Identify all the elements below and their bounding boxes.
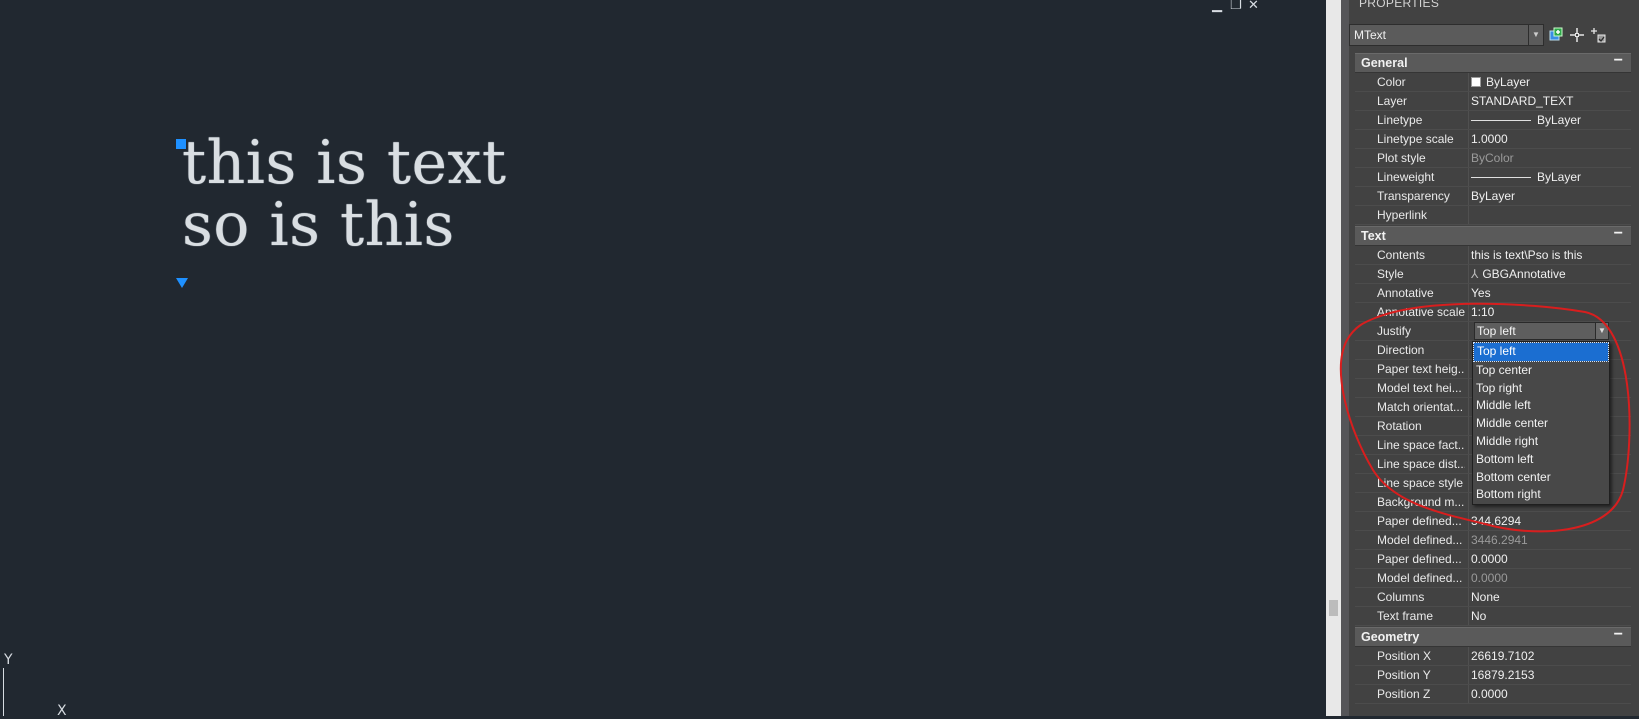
annotative-style-icon: ⅄ xyxy=(1471,267,1479,281)
collapse-icon[interactable]: − xyxy=(1614,626,1623,644)
prop-label: Paper defined... xyxy=(1377,552,1462,566)
ucs-x-label: X xyxy=(57,703,67,719)
prop-label: Position Y xyxy=(1377,668,1431,682)
prop-value: None xyxy=(1471,590,1500,604)
prop-row-layer[interactable]: Layer STANDARD_TEXT xyxy=(1355,92,1631,111)
prop-value: ByColor xyxy=(1471,151,1514,165)
prop-row-paper-defined-height[interactable]: Paper defined... 0.0000 xyxy=(1355,550,1631,569)
prop-row-linetype[interactable]: Linetype ByLayer xyxy=(1355,111,1631,130)
section-title: Geometry xyxy=(1361,630,1420,644)
prop-label: Plot style xyxy=(1377,151,1426,165)
prop-value: STANDARD_TEXT xyxy=(1471,94,1574,108)
section-general[interactable]: General − xyxy=(1355,52,1631,73)
collapse-icon[interactable]: − xyxy=(1614,225,1623,243)
object-type-select[interactable]: MText ▼ xyxy=(1349,24,1544,46)
close-icon[interactable]: ✕ xyxy=(1248,0,1259,12)
toggle-pickadd-icon[interactable] xyxy=(1548,27,1564,43)
mtext-line-1: this is text xyxy=(182,128,507,198)
color-swatch-icon xyxy=(1471,77,1481,87)
prop-row-linetype-scale[interactable]: Linetype scale 1.0000 xyxy=(1355,130,1631,149)
prop-value: ⅄ GBGAnnotative xyxy=(1471,267,1566,281)
prop-label: Contents xyxy=(1377,248,1426,262)
prop-label: Model defined... xyxy=(1377,571,1463,585)
prop-value: 16879.2153 xyxy=(1471,668,1535,682)
prop-value: 0.0000 xyxy=(1471,687,1508,701)
section-geometry[interactable]: Geometry − xyxy=(1355,626,1631,647)
prop-label: Linetype xyxy=(1377,113,1423,127)
prop-label: Lineweight xyxy=(1377,170,1435,184)
prop-label: Linetype scale xyxy=(1377,132,1454,146)
lineweight-preview-icon xyxy=(1471,177,1531,179)
prop-value: this is text\Pso is this xyxy=(1471,248,1583,262)
prop-row-hyperlink[interactable]: Hyperlink xyxy=(1355,206,1631,225)
prop-value: ByLayer xyxy=(1471,113,1581,127)
prop-value: 0.0000 xyxy=(1471,552,1508,566)
prop-row-lineweight[interactable]: Lineweight ByLayer xyxy=(1355,168,1631,187)
object-type-value: MText xyxy=(1354,28,1387,42)
palette-title: PROPERTIES xyxy=(1359,0,1440,10)
prop-label: Layer xyxy=(1377,94,1408,108)
prop-row-columns[interactable]: Columns None xyxy=(1355,588,1631,607)
prop-row-model-defined-height[interactable]: Model defined... 0.0000 xyxy=(1355,569,1631,588)
prop-row-text-frame[interactable]: Text frame No xyxy=(1355,607,1631,626)
quick-select-icon[interactable] xyxy=(1590,27,1606,43)
mtext-line-2: so is this xyxy=(182,190,455,260)
drawing-canvas[interactable]: ▁ ❐ ✕ this is text so is this Y X xyxy=(0,0,1326,719)
mtext-object[interactable]: this is text so is this xyxy=(182,132,506,256)
prop-value: ByLayer xyxy=(1471,170,1581,184)
select-objects-icon[interactable] xyxy=(1569,27,1585,43)
collapse-icon[interactable]: − xyxy=(1614,52,1623,70)
section-title: General xyxy=(1361,56,1408,70)
prop-value: Yes xyxy=(1471,286,1491,300)
prop-label: Annotative xyxy=(1377,286,1434,300)
prop-label: Text frame xyxy=(1377,609,1434,623)
prop-label: Columns xyxy=(1377,590,1425,604)
scrollbar-thumb[interactable] xyxy=(1329,600,1338,616)
grip-arrow[interactable] xyxy=(176,278,188,288)
ucs-y-label: Y xyxy=(4,652,13,668)
prop-label: Hyperlink xyxy=(1377,208,1428,222)
prop-value: ByLayer xyxy=(1471,75,1530,89)
grip-square[interactable] xyxy=(176,139,186,149)
prop-row-style[interactable]: Style ⅄ GBGAnnotative xyxy=(1355,265,1631,284)
prop-value: ByLayer xyxy=(1471,189,1516,203)
prop-row-plot-style[interactable]: Plot style ByColor xyxy=(1355,149,1631,168)
minimize-icon[interactable]: ▁ xyxy=(1212,0,1222,12)
chevron-down-icon[interactable]: ▼ xyxy=(1528,25,1543,45)
prop-row-color[interactable]: Color ByLayer xyxy=(1355,73,1631,92)
ucs-y-axis xyxy=(3,668,4,716)
prop-label: Transparency xyxy=(1377,189,1450,203)
prop-row-position-x[interactable]: Position X 26619.7102 xyxy=(1355,647,1631,666)
prop-value: 26619.7102 xyxy=(1471,649,1535,663)
prop-label: Color xyxy=(1377,75,1406,89)
section-title: Text xyxy=(1361,229,1386,243)
prop-value: 1.0000 xyxy=(1471,132,1508,146)
prop-row-position-z[interactable]: Position Z 0.0000 xyxy=(1355,685,1631,704)
restore-icon[interactable]: ❐ xyxy=(1230,0,1242,12)
linetype-preview-icon xyxy=(1471,120,1531,122)
prop-value: 0.0000 xyxy=(1471,571,1508,585)
prop-label: Style xyxy=(1377,267,1404,281)
prop-label: Position X xyxy=(1377,649,1432,663)
annotation-circle xyxy=(1339,302,1631,533)
prop-row-contents[interactable]: Contents this is text\Pso is this xyxy=(1355,246,1631,265)
prop-row-transparency[interactable]: Transparency ByLayer xyxy=(1355,187,1631,206)
prop-value: No xyxy=(1471,609,1487,623)
prop-label: Position Z xyxy=(1377,687,1431,701)
prop-row-position-y[interactable]: Position Y 16879.2153 xyxy=(1355,666,1631,685)
section-text[interactable]: Text − xyxy=(1355,225,1631,246)
